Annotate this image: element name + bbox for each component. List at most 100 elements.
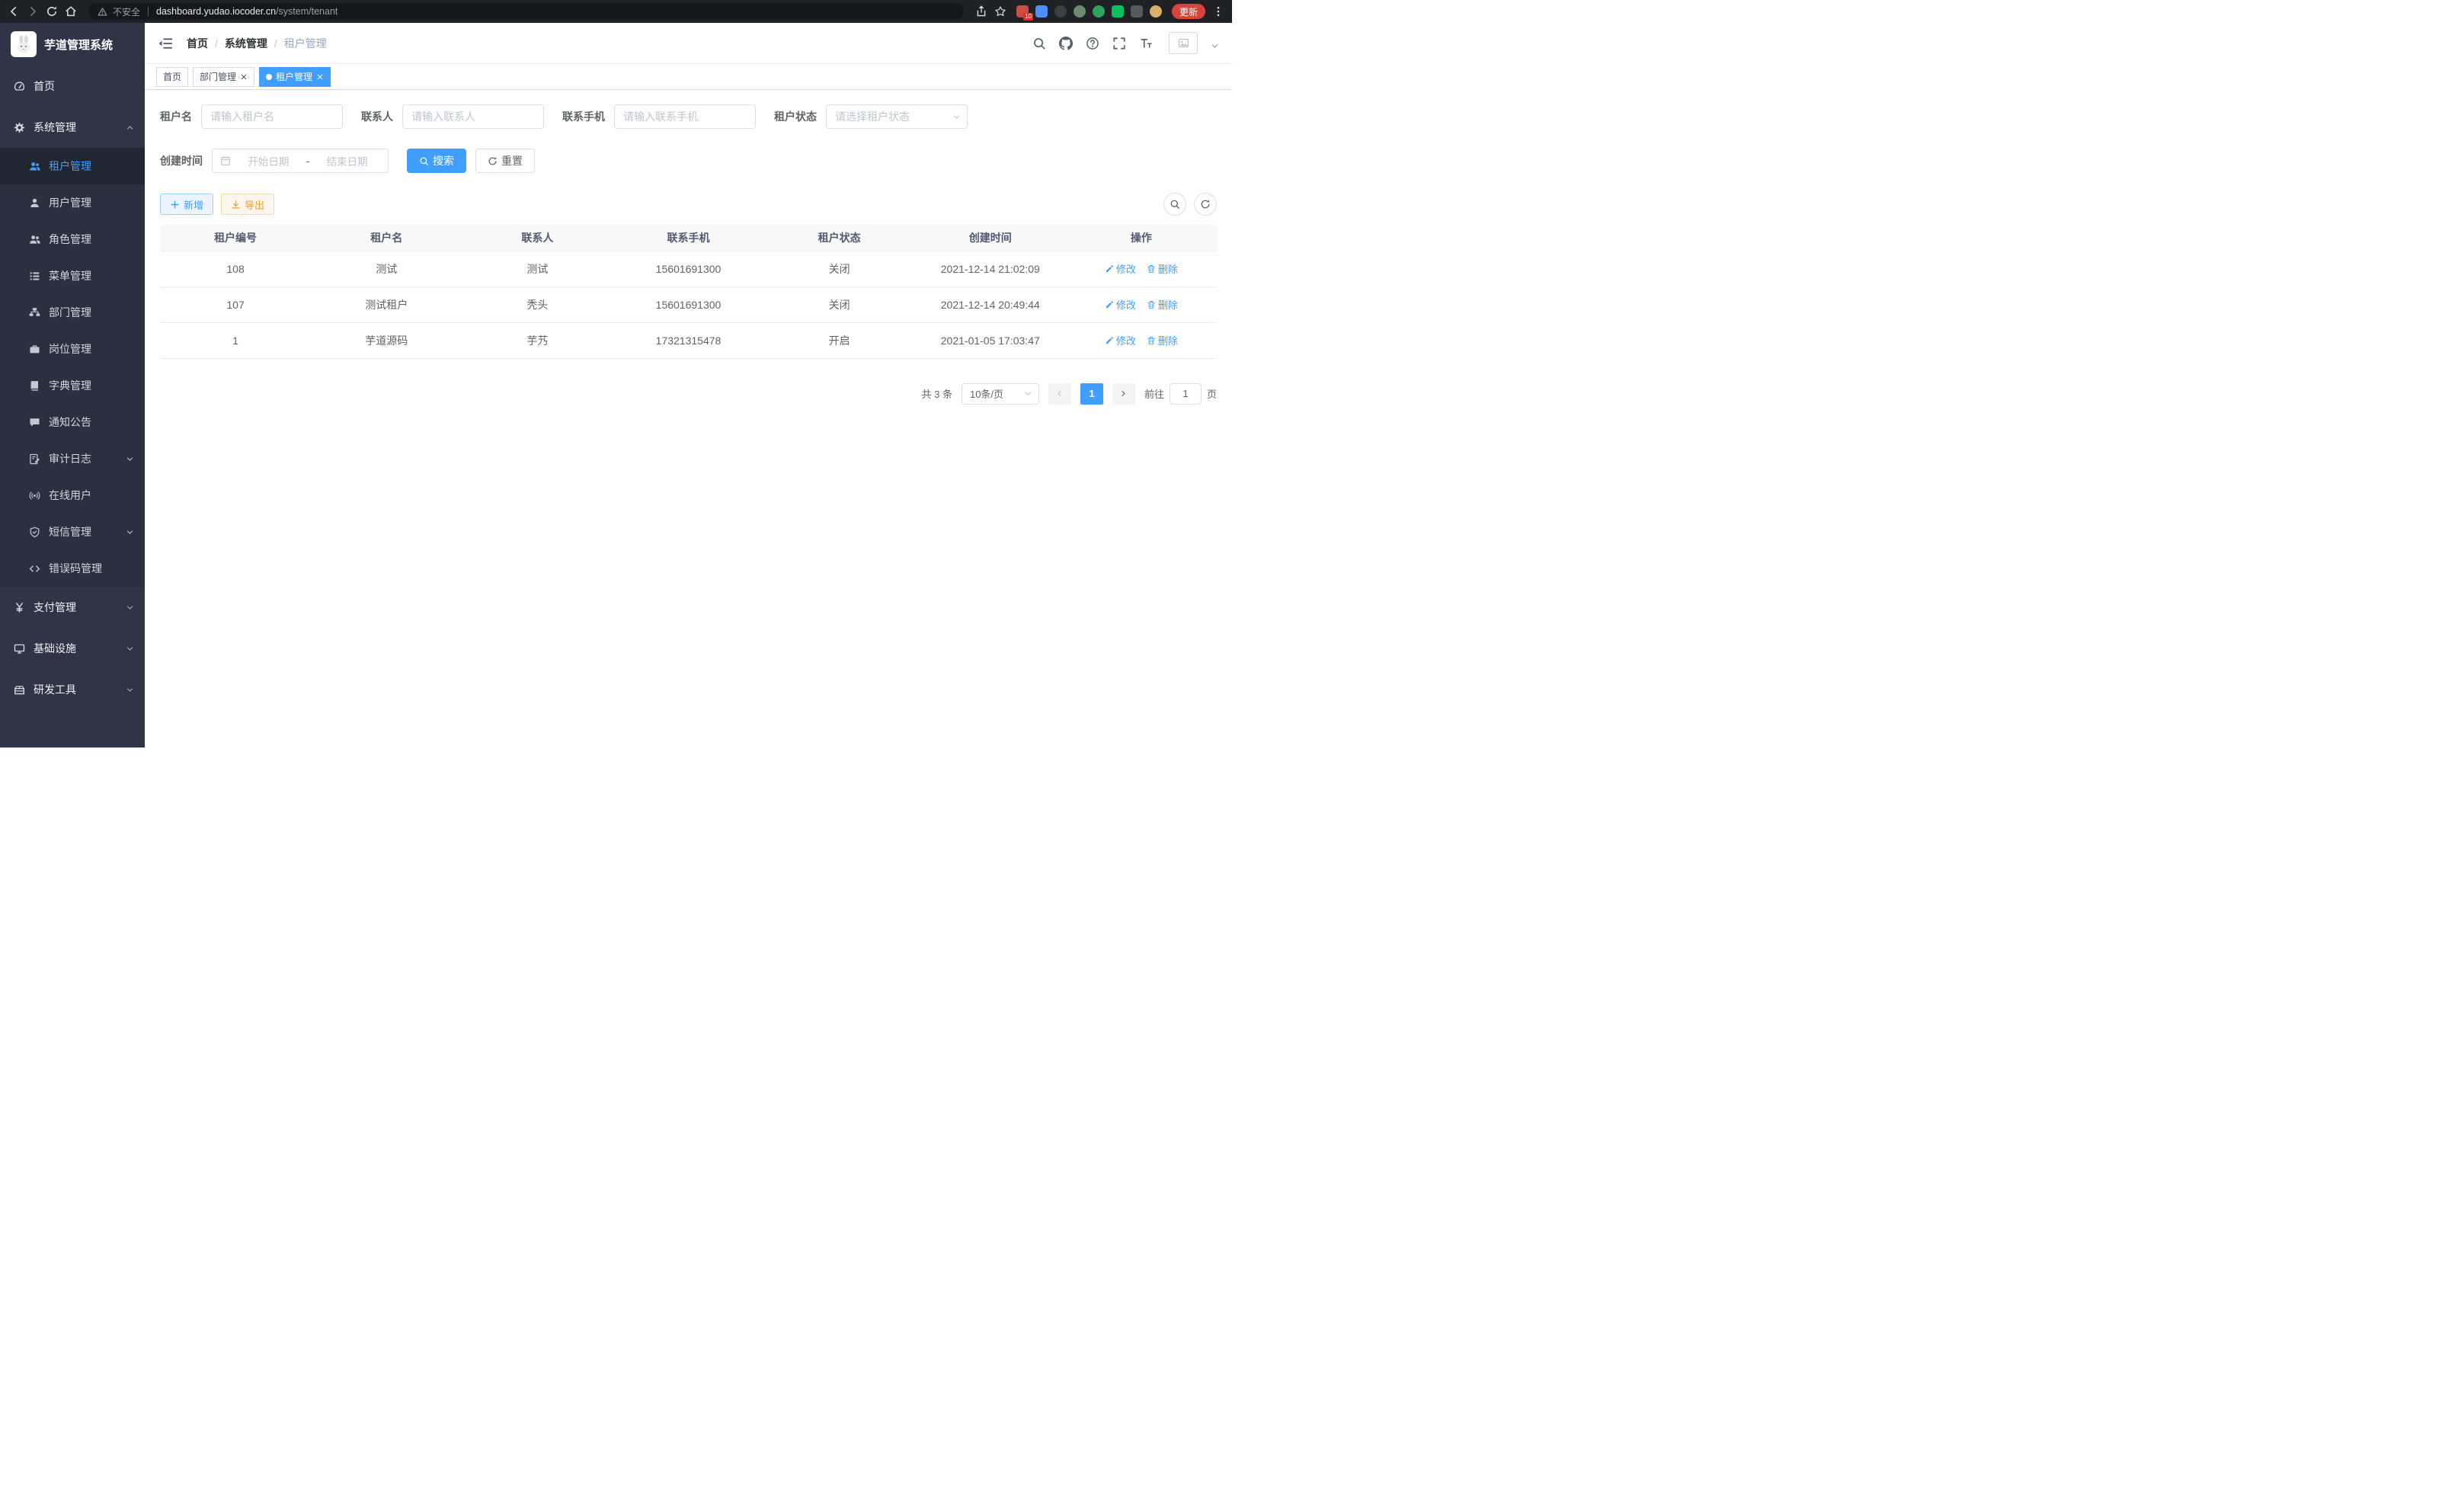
- phone-input[interactable]: [614, 104, 756, 129]
- sidebar-item-2[interactable]: 租户管理: [0, 148, 145, 184]
- header-search-icon[interactable]: [1032, 37, 1046, 50]
- sidebar-item-9[interactable]: 通知公告: [0, 404, 145, 440]
- search-button[interactable]: 搜索: [407, 149, 466, 173]
- browser-forward-icon[interactable]: [27, 5, 39, 18]
- tab-1[interactable]: 部门管理: [193, 67, 254, 87]
- sidebar-item-label: 基础设施: [34, 641, 76, 656]
- sidebar-item-3[interactable]: 用户管理: [0, 184, 145, 221]
- edit-link[interactable]: 修改: [1105, 333, 1136, 347]
- fullscreen-icon[interactable]: [1112, 37, 1126, 50]
- edit-icon: [1105, 336, 1114, 345]
- avatar-caret-icon[interactable]: [1211, 42, 1219, 50]
- refresh-table-button[interactable]: [1194, 193, 1217, 216]
- sidebar-item-11[interactable]: 在线用户: [0, 477, 145, 514]
- navbar: 首页 / 系统管理 / 租户管理: [145, 23, 1232, 64]
- sidebar-item-12[interactable]: 短信管理: [0, 514, 145, 550]
- extension-icon-5[interactable]: [1093, 5, 1105, 18]
- status-select[interactable]: 请选择租户状态: [826, 104, 968, 129]
- sidebar-item-14[interactable]: 支付管理: [0, 587, 145, 628]
- tenant-name-input[interactable]: [201, 104, 343, 129]
- logo-image: [11, 31, 37, 57]
- next-page-button[interactable]: [1112, 383, 1135, 405]
- sidebar-menu: 首页系统管理租户管理用户管理角色管理菜单管理部门管理岗位管理字典管理通知公告审计…: [0, 66, 145, 710]
- table-cell: 2021-01-05 17:03:47: [915, 322, 1066, 358]
- breadcrumb-separator: /: [274, 37, 277, 50]
- column-header: 联系手机: [613, 225, 763, 251]
- sidebar-item-15[interactable]: 基础设施: [0, 628, 145, 669]
- address-bar[interactable]: 不安全 dashboard.yudao.iocoder.cn/system/te…: [88, 3, 964, 20]
- browser-home-icon[interactable]: [65, 5, 77, 18]
- delete-link[interactable]: 删除: [1147, 333, 1178, 347]
- start-date-placeholder: 开始日期: [235, 153, 302, 168]
- extension-icon-2[interactable]: [1035, 5, 1048, 18]
- table-cell: 关闭: [764, 287, 915, 322]
- app-logo[interactable]: 芋道管理系统: [0, 23, 145, 66]
- close-icon[interactable]: [316, 73, 324, 81]
- filter-row-2: 创建时间 开始日期 - 结束日期 搜索 重置: [160, 149, 1217, 173]
- sidebar-item-0[interactable]: 首页: [0, 66, 145, 107]
- sidebar-item-13[interactable]: 错误码管理: [0, 550, 145, 587]
- page-size-select[interactable]: 10条/页: [962, 383, 1039, 405]
- page-1-button[interactable]: 1: [1080, 383, 1103, 405]
- extension-icon-4[interactable]: [1074, 5, 1086, 18]
- column-header: 租户状态: [764, 225, 915, 251]
- security-label: 不安全: [113, 5, 140, 18]
- sidebar-item-4[interactable]: 角色管理: [0, 221, 145, 258]
- tab-0[interactable]: 首页: [156, 67, 188, 87]
- sidebar-toggle-icon[interactable]: [158, 36, 173, 51]
- browser-back-icon[interactable]: [8, 5, 20, 18]
- share-icon[interactable]: [975, 5, 987, 18]
- breadcrumb-item-system[interactable]: 系统管理: [225, 36, 267, 51]
- sidebar-item-label: 在线用户: [49, 488, 91, 503]
- sidebar-item-16[interactable]: 研发工具: [0, 669, 145, 710]
- toggle-search-button[interactable]: [1163, 193, 1186, 216]
- sidebar-item-6[interactable]: 部门管理: [0, 294, 145, 331]
- delete-link[interactable]: 删除: [1147, 297, 1178, 312]
- add-button[interactable]: 新增: [160, 194, 213, 215]
- url-path: /system/tenant: [276, 6, 338, 17]
- app: 芋道管理系统 首页系统管理租户管理用户管理角色管理菜单管理部门管理岗位管理字典管…: [0, 23, 1232, 748]
- sidebar-item-1[interactable]: 系统管理: [0, 107, 145, 148]
- edit-link[interactable]: 修改: [1105, 261, 1136, 276]
- reset-button[interactable]: 重置: [475, 149, 535, 173]
- user-avatar[interactable]: [1169, 32, 1198, 54]
- sidebar-item-10[interactable]: 审计日志: [0, 440, 145, 477]
- help-icon[interactable]: [1086, 37, 1099, 50]
- browser-menu-icon[interactable]: [1212, 5, 1224, 18]
- page-suffix: 页: [1207, 386, 1217, 401]
- delete-link[interactable]: 删除: [1147, 261, 1178, 276]
- sidebar-item-label: 短信管理: [49, 524, 91, 539]
- sidebar-item-label: 租户管理: [49, 158, 91, 174]
- goto-page-input[interactable]: [1170, 383, 1202, 405]
- extension-icon-3[interactable]: [1054, 5, 1067, 18]
- sidebar-item-5[interactable]: 菜单管理: [0, 258, 145, 294]
- prev-page-button[interactable]: [1048, 383, 1071, 405]
- date-range-picker[interactable]: 开始日期 - 结束日期: [212, 149, 389, 173]
- export-button[interactable]: 导出: [221, 194, 274, 215]
- breadcrumb-item-home[interactable]: 首页: [187, 36, 208, 51]
- status-field: 租户状态 请选择租户状态: [774, 104, 968, 129]
- contact-label: 联系人: [361, 109, 393, 124]
- users-icon: [29, 161, 40, 172]
- browser-update-button[interactable]: 更新: [1172, 4, 1205, 19]
- profile-avatar[interactable]: [1150, 5, 1162, 18]
- refresh-icon: [488, 156, 498, 166]
- content: 租户名 联系人 联系手机 租户状态 请选择租户状态: [145, 90, 1232, 748]
- extension-icon-7[interactable]: [1131, 5, 1143, 18]
- browser-reload-icon[interactable]: [46, 5, 58, 18]
- badge-icon: [29, 344, 40, 355]
- tab-2[interactable]: 租户管理: [259, 67, 331, 87]
- extension-icon-6[interactable]: [1112, 5, 1124, 18]
- font-size-icon[interactable]: [1139, 37, 1153, 50]
- extension-icon-1[interactable]: 10: [1016, 5, 1029, 18]
- browser-chrome: 不安全 dashboard.yudao.iocoder.cn/system/te…: [0, 0, 1232, 23]
- contact-input[interactable]: [402, 104, 544, 129]
- sidebar-item-7[interactable]: 岗位管理: [0, 331, 145, 367]
- sidebar-item-8[interactable]: 字典管理: [0, 367, 145, 404]
- github-icon[interactable]: [1059, 37, 1073, 50]
- bookmark-star-icon[interactable]: [994, 5, 1006, 18]
- chevron-down-icon: [126, 686, 134, 694]
- trash-icon: [1147, 300, 1156, 309]
- close-icon[interactable]: [240, 73, 248, 81]
- edit-link[interactable]: 修改: [1105, 297, 1136, 312]
